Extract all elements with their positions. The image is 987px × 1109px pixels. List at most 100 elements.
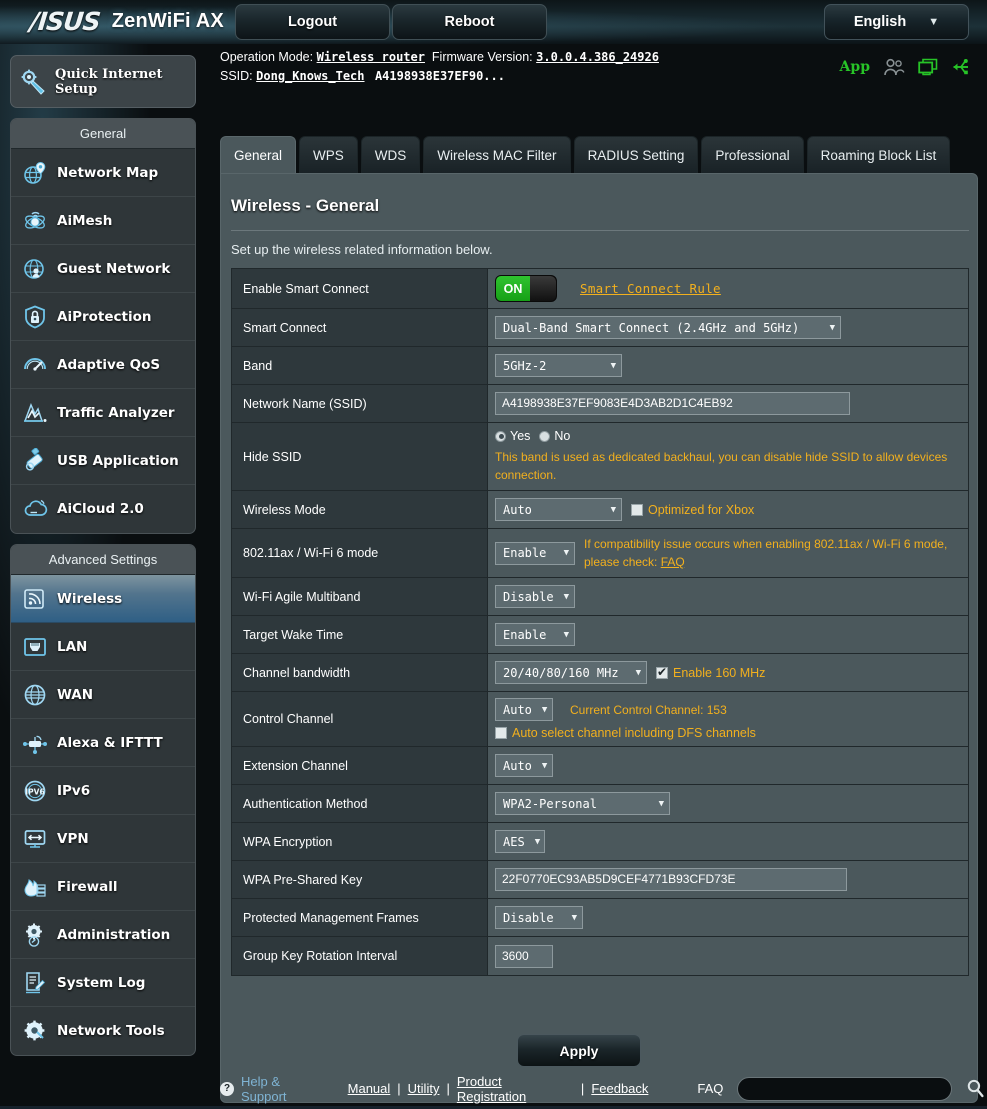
hide-ssid-radio-no[interactable]: No bbox=[539, 429, 570, 443]
table-row: Target Wake Time Enable ▼ bbox=[232, 616, 968, 654]
sidebar-item-label: Adaptive QoS bbox=[57, 356, 161, 373]
row-value: A4198938E37EF9083E4D3AB2D1C4EB92 bbox=[488, 385, 968, 422]
ax-mode-faq-link[interactable]: FAQ bbox=[661, 555, 685, 569]
table-row: WPA Encryption AES ▼ bbox=[232, 823, 968, 861]
sidebar-item-usb-application[interactable]: USB Application bbox=[11, 437, 195, 485]
sidebar-item-system-log[interactable]: System Log bbox=[11, 959, 195, 1007]
target-wake-time-select[interactable]: Enable ▼ bbox=[495, 623, 575, 646]
sidebar-item-adaptive-qos[interactable]: Adaptive QoS bbox=[11, 341, 195, 389]
reboot-button[interactable]: Reboot bbox=[392, 4, 547, 40]
traffic-chart-icon bbox=[23, 402, 47, 422]
hide-ssid-note: This band is used as dedicated backhaul,… bbox=[495, 450, 948, 482]
sidebar-item-wan[interactable]: WAN bbox=[11, 671, 195, 719]
optimized-for-xbox-checkbox[interactable]: Optimized for Xbox bbox=[631, 503, 754, 517]
router-info-line: Operation Mode: Wireless router Firmware… bbox=[220, 48, 659, 86]
manual-link[interactable]: Manual bbox=[348, 1081, 391, 1096]
table-row: Smart Connect Dual-Band Smart Connect (2… bbox=[232, 309, 968, 347]
settings-table: Enable Smart Connect ON Smart Connect Ru… bbox=[231, 268, 969, 976]
sidebar-item-aiprotection[interactable]: AiProtection bbox=[11, 293, 195, 341]
sidebar-item-alexa-ifttt[interactable]: Alexa & IFTTT bbox=[11, 719, 195, 767]
ssid-input[interactable]: A4198938E37EF9083E4D3AB2D1C4EB92 bbox=[495, 392, 850, 415]
table-row: Hide SSID Yes No This band is used as de… bbox=[232, 423, 968, 491]
wireless-mode-select[interactable]: Auto ▼ bbox=[495, 498, 622, 521]
status-icons: App bbox=[840, 58, 973, 76]
sidebar-item-wireless[interactable]: Wireless bbox=[11, 575, 195, 623]
sidebar-item-ipv6[interactable]: IPV6 IPv6 bbox=[11, 767, 195, 815]
ax-mode-select-value: Enable bbox=[503, 546, 547, 560]
pmf-select[interactable]: Disable ▼ bbox=[495, 906, 583, 929]
tab-general[interactable]: General bbox=[220, 136, 297, 173]
sidebar-item-traffic-analyzer[interactable]: Traffic Analyzer bbox=[11, 389, 195, 437]
band-select-value: 5GHz-2 bbox=[503, 358, 547, 373]
chevron-down-icon: ▼ bbox=[829, 322, 835, 333]
utility-link[interactable]: Utility bbox=[408, 1081, 440, 1096]
firmware-label: Firmware Version: bbox=[431, 50, 533, 64]
apply-button[interactable]: Apply bbox=[517, 1034, 641, 1067]
globe-icon bbox=[24, 684, 46, 705]
sidebar-item-lan[interactable]: LAN bbox=[11, 623, 195, 671]
sidebar-item-label: WAN bbox=[57, 686, 94, 703]
row-value: WPA2-Personal ▼ bbox=[488, 785, 968, 822]
smart-connect-select[interactable]: Dual-Band Smart Connect (2.4GHz and 5GHz… bbox=[495, 316, 841, 339]
wpa-encryption-select[interactable]: AES ▼ bbox=[495, 830, 545, 853]
chevron-down-icon: ▼ bbox=[563, 548, 569, 558]
page-subtitle: Set up the wireless related information … bbox=[231, 242, 493, 257]
monitor-screen-icon[interactable] bbox=[918, 58, 938, 76]
sidebar-item-label: LAN bbox=[57, 638, 88, 655]
band-select[interactable]: 5GHz-2 ▼ bbox=[495, 354, 622, 377]
sidebar-item-label: Network Map bbox=[57, 164, 159, 181]
sidebar-item-firewall[interactable]: Firewall bbox=[11, 863, 195, 911]
faq-search-input[interactable] bbox=[737, 1076, 953, 1101]
sidebar-item-vpn[interactable]: VPN bbox=[11, 815, 195, 863]
group-key-rotation-input[interactable]: 3600 bbox=[495, 944, 553, 968]
chevron-down-icon: ▼ bbox=[610, 504, 616, 515]
auth-method-select[interactable]: WPA2-Personal ▼ bbox=[495, 792, 670, 815]
tab-wds[interactable]: WDS bbox=[360, 136, 421, 173]
router-model-name: ZenWiFi AX bbox=[111, 10, 224, 32]
clients-people-icon[interactable] bbox=[883, 58, 905, 76]
row-value: Auto ▼ Current Control Channel: 153 Auto… bbox=[488, 692, 968, 746]
tab-roaming-block-list[interactable]: Roaming Block List bbox=[806, 136, 951, 173]
logout-button[interactable]: Logout bbox=[235, 4, 390, 40]
channel-bandwidth-select[interactable]: 20/40/80/160 MHz ▼ bbox=[495, 661, 647, 684]
row-label: Extension Channel bbox=[232, 747, 488, 784]
extension-channel-select[interactable]: Auto ▼ bbox=[495, 754, 553, 777]
sidebar-item-guest-network[interactable]: Guest Network bbox=[11, 245, 195, 293]
tab-radius-setting[interactable]: RADIUS Setting bbox=[573, 136, 699, 173]
usb-icon[interactable] bbox=[951, 58, 973, 76]
ax-mode-select[interactable]: Enable ▼ bbox=[495, 541, 575, 565]
language-selector[interactable]: English ▼ bbox=[824, 4, 969, 40]
agile-multiband-select[interactable]: Disable ▼ bbox=[495, 585, 575, 608]
sidebar-item-label: Network Tools bbox=[57, 1023, 165, 1039]
dfs-channels-checkbox[interactable]: Auto select channel including DFS channe… bbox=[495, 726, 756, 740]
sidebar-item-aimesh[interactable]: AiMesh bbox=[11, 197, 195, 245]
control-channel-select[interactable]: Auto ▼ bbox=[495, 698, 553, 721]
sidebar-item-aicloud[interactable]: AiCloud 2.0 bbox=[11, 485, 195, 533]
hide-ssid-radio-yes[interactable]: Yes bbox=[495, 429, 530, 443]
checkbox-box bbox=[656, 665, 668, 679]
table-row: Protected Management Frames Disable ▼ bbox=[232, 899, 968, 937]
chevron-down-icon: ▼ bbox=[541, 760, 548, 771]
ssid-value[interactable]: Dong_Knows_Tech bbox=[256, 69, 364, 83]
smart-connect-rule-link[interactable]: Smart Connect Rule bbox=[580, 281, 721, 296]
tab-wps[interactable]: WPS bbox=[299, 136, 358, 173]
search-icon[interactable] bbox=[965, 1078, 987, 1100]
sidebar-item-network-tools[interactable]: Network Tools bbox=[11, 1007, 195, 1055]
quick-internet-setup-button[interactable]: Quick Internet Setup bbox=[10, 55, 196, 108]
tab-wireless-mac-filter[interactable]: Wireless MAC Filter bbox=[423, 136, 571, 173]
sidebar-item-administration[interactable]: Administration bbox=[11, 911, 195, 959]
language-value: English bbox=[853, 14, 907, 30]
target-wake-time-select-value: Enable bbox=[503, 627, 547, 642]
sidebar-group-general-header: General bbox=[11, 119, 195, 149]
app-label[interactable]: App bbox=[840, 59, 870, 75]
wpa-preshared-key-input[interactable]: 22F0770EC93AB5D9CEF4771B93CFD73E bbox=[495, 868, 847, 891]
sidebar-item-network-map[interactable]: Network Map bbox=[11, 149, 195, 197]
tab-professional[interactable]: Professional bbox=[701, 136, 804, 173]
firmware-value[interactable]: 3.0.0.4.386_24926 bbox=[536, 50, 659, 64]
feedback-link[interactable]: Feedback bbox=[591, 1081, 648, 1096]
smart-connect-toggle[interactable]: ON bbox=[495, 275, 557, 302]
enable-160mhz-checkbox[interactable]: Enable 160 MHz bbox=[656, 665, 765, 680]
product-registration-link[interactable]: Product Registration bbox=[457, 1074, 574, 1104]
operation-mode-value[interactable]: Wireless router bbox=[317, 50, 425, 64]
row-value: Auto ▼ bbox=[488, 747, 968, 784]
